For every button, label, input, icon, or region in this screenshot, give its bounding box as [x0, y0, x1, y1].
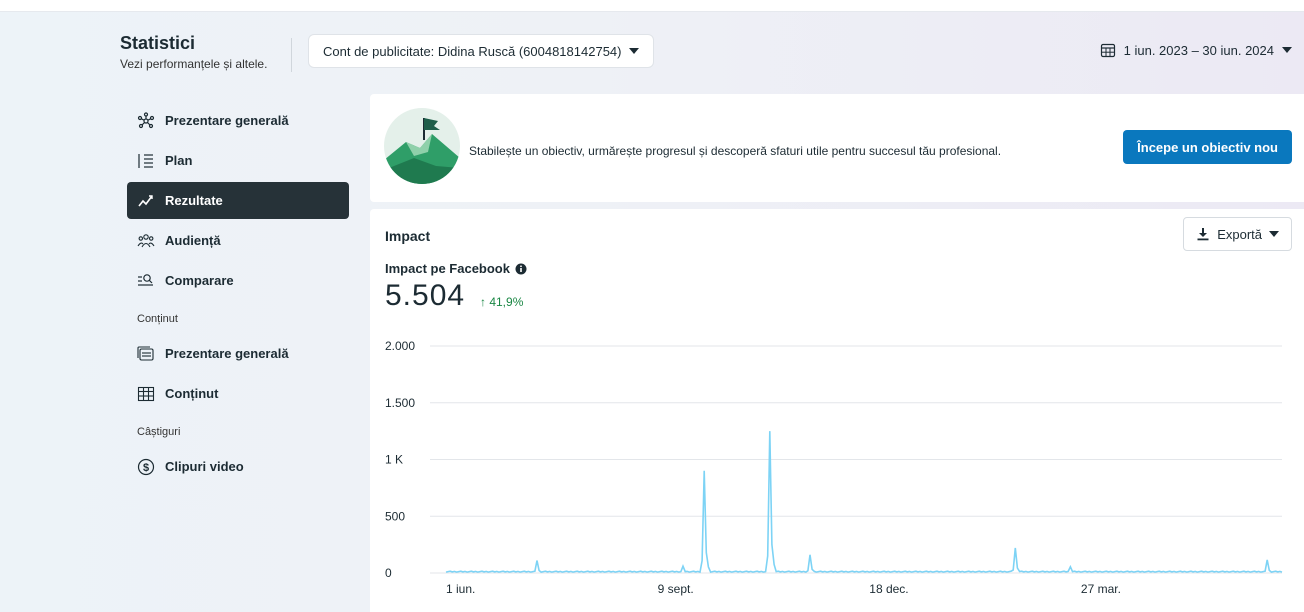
- sidebar-item-label: Prezentare generală: [165, 113, 289, 128]
- section-label-earnings: Câștiguri: [137, 426, 181, 438]
- sidebar-item-compare[interactable]: Comparare: [127, 262, 349, 299]
- sidebar-nav: Prezentare generală Plan Rezultate Audie…: [127, 102, 349, 488]
- y-tick-label: 2.000: [385, 339, 415, 353]
- chevron-down-icon: [1282, 47, 1292, 53]
- ad-account-label: Cont de publicitate: Didina Ruscă (60048…: [323, 43, 622, 59]
- ad-account-dropdown[interactable]: Cont de publicitate: Didina Ruscă (60048…: [308, 34, 655, 68]
- download-icon: [1197, 228, 1209, 241]
- page-subtitle: Vezi performanțele și altele.: [120, 57, 268, 71]
- sidebar-item-audience[interactable]: Audiență: [127, 222, 349, 259]
- page-header: Statistici Vezi performanțele și altele.…: [0, 12, 1304, 92]
- sidebar-item-label: Audiență: [165, 233, 221, 248]
- sidebar-item-label: Conținut: [165, 386, 219, 401]
- mountain-flag-illustration: [384, 108, 460, 184]
- header-divider: [291, 38, 292, 72]
- info-icon[interactable]: [515, 263, 527, 275]
- impact-series-line: [445, 431, 1283, 574]
- y-tick-label: 1.500: [385, 396, 415, 410]
- x-tick-label: 9 sept.: [658, 582, 694, 596]
- date-range-picker[interactable]: 1 iun. 2023 – 30 iun. 2024: [1100, 42, 1292, 58]
- nodes-icon: [137, 111, 155, 130]
- y-tick-label: 0: [385, 566, 392, 580]
- sidebar-item-content-overview[interactable]: Prezentare generală: [127, 335, 349, 372]
- sidebar-item-content[interactable]: Conținut: [127, 375, 349, 412]
- chevron-down-icon: [1269, 231, 1279, 237]
- export-label: Exportă: [1217, 226, 1262, 242]
- top-strip: [0, 0, 1304, 12]
- sidebar-item-label: Prezentare generală: [165, 346, 289, 361]
- table-icon: [137, 385, 155, 403]
- sidebar-item-label: Clipuri video: [165, 459, 244, 474]
- sidebar-item-overview[interactable]: Prezentare generală: [127, 102, 349, 139]
- page-title: Statistici: [120, 33, 196, 53]
- sidebar-item-plan[interactable]: Plan: [127, 142, 349, 179]
- content-overview-icon: [137, 345, 155, 363]
- trend-icon: [137, 192, 155, 210]
- metric-label: Impact pe Facebook: [385, 261, 527, 276]
- sidebar-item-label: Comparare: [165, 273, 234, 288]
- section-label-content: Conținut: [137, 313, 178, 325]
- svg-text:$: $: [143, 462, 149, 474]
- sidebar-item-videos[interactable]: $ Clipuri video: [127, 448, 349, 485]
- people-icon: [137, 232, 155, 250]
- metric-value: 5.504: [385, 279, 466, 312]
- metric-change: ↑ 41,9%: [480, 295, 524, 309]
- x-tick-label: 18 dec.: [869, 582, 908, 596]
- metric-label-text: Impact pe Facebook: [385, 261, 510, 276]
- sidebar-item-label: Rezultate: [165, 193, 223, 208]
- impact-line-chart: 0 500 1 K 1.500 2.000 1 iun. 9 sept. 18 dec. 27 …: [385, 339, 1283, 596]
- y-tick-label: 1 K: [385, 453, 403, 467]
- chevron-down-icon: [629, 48, 640, 54]
- compare-icon: [137, 272, 155, 290]
- sidebar-item-results[interactable]: Rezultate: [127, 182, 349, 219]
- impact-title: Impact: [385, 228, 431, 244]
- calendar-icon: [1100, 43, 1115, 58]
- list-icon: [137, 152, 155, 170]
- goal-banner: Stabilește un obiectiv, urmărește progre…: [370, 94, 1304, 202]
- goal-description: Stabilește un obiectiv, urmărește progre…: [469, 144, 1002, 158]
- export-dropdown[interactable]: Exportă: [1183, 217, 1292, 251]
- dollar-icon: $: [137, 458, 155, 476]
- x-tick-label: 1 iun.: [446, 582, 475, 596]
- sidebar-item-label: Plan: [165, 153, 193, 168]
- x-tick-label: 27 mar.: [1081, 582, 1121, 596]
- date-range-label: 1 iun. 2023 – 30 iun. 2024: [1123, 42, 1274, 58]
- y-tick-label: 500: [385, 509, 405, 523]
- impact-card: Impact Exportă Impact pe Facebook 5.504 …: [370, 209, 1304, 612]
- start-goal-button[interactable]: Începe un obiectiv nou: [1123, 130, 1292, 164]
